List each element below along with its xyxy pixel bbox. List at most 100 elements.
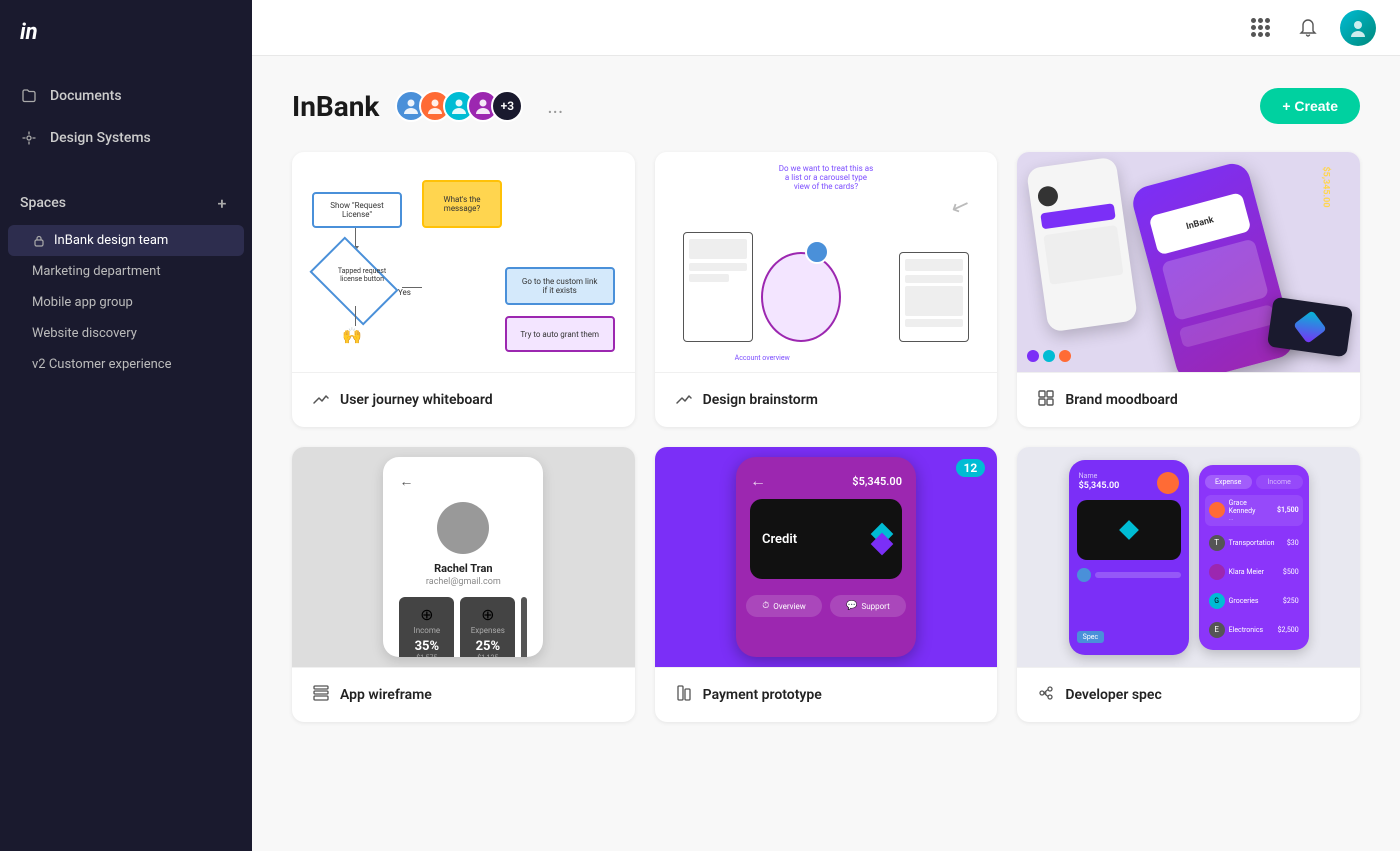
pp-header: ← $5,345.00 (736, 457, 916, 499)
cards-grid: Show "RequestLicense" What's themessage?… (292, 152, 1360, 722)
sidebar-item-mobile[interactable]: Mobile app group (0, 287, 252, 318)
project-avatars: +3 (395, 90, 523, 122)
aw-scrollbar (521, 597, 527, 657)
card-developer-spec[interactable]: Name$5,345.00 Spec (1017, 447, 1360, 722)
sidebar-item-design-systems-label: Design Systems (50, 130, 151, 146)
card-design-brainstorm-preview: Do we want to treat this asa list or a c… (655, 152, 998, 372)
bm-phone-white (1026, 157, 1138, 333)
ds-dark-card (1077, 500, 1181, 560)
card-user-journey-footer: User journey whiteboard (292, 372, 635, 427)
topbar (252, 0, 1400, 56)
design-icon (20, 129, 38, 147)
sidebar-v2-label: v2 Customer experience (32, 357, 172, 372)
wb-arrow-down1 (355, 228, 356, 248)
db-caption: Account overview (735, 354, 790, 362)
db-note: Do we want to treat this asa list or a c… (736, 164, 916, 191)
card-user-journey[interactable]: Show "RequestLicense" What's themessage?… (292, 152, 635, 427)
aw-avatar (437, 502, 489, 554)
bell-icon[interactable] (1292, 12, 1324, 44)
sidebar-item-v2[interactable]: v2 Customer experience (0, 349, 252, 380)
aw-back-arrow: ← (399, 473, 527, 490)
db-wireframe-1 (683, 232, 753, 342)
ds-left-header: Name$5,345.00 (1069, 460, 1189, 500)
card-app-wireframe-label: App wireframe (340, 687, 432, 703)
card-developer-spec-footer: Developer spec (1017, 667, 1360, 722)
sidebar-nav: Documents Design Systems (0, 65, 252, 169)
bm-amount: $5,345.00 (1320, 167, 1330, 208)
prototype-icon (675, 684, 693, 706)
pp-nav-overview: ⏱ Overview (746, 595, 822, 617)
sidebar-item-inbank[interactable]: InBank design team (8, 225, 244, 256)
db-wireframe-2 (761, 252, 841, 342)
sidebar-mobile-label: Mobile app group (32, 295, 133, 310)
card-design-brainstorm[interactable]: Do we want to treat this asa list or a c… (655, 152, 998, 427)
spaces-section: Spaces + InBank design team Marketing de… (0, 169, 252, 384)
project-more-button[interactable]: ... (539, 94, 571, 118)
aw-name: Rachel Tran (399, 562, 527, 575)
content-area: InBank (252, 56, 1400, 851)
main-content: InBank (252, 0, 1400, 851)
wb-emoji: 🙌 (342, 326, 362, 345)
ds-phone-left: Name$5,345.00 Spec (1069, 460, 1189, 655)
wb-box-4: Try to auto grant them (505, 316, 615, 352)
ds-right-item-5: E Electronics $2,500 (1205, 618, 1303, 642)
ds-spec-badge: Spec (1077, 631, 1104, 643)
ds-right-item-2: T Transportation $30 (1205, 531, 1303, 555)
pp-card-area: Credit (750, 499, 902, 579)
moodboard-icon (1037, 389, 1055, 411)
db-arrow-icon: ↙ (947, 192, 973, 222)
spaces-add-button[interactable]: + (212, 193, 232, 213)
card-payment-prototype[interactable]: 12 ← $5,345.00 Credit (655, 447, 998, 722)
sidebar-item-marketing[interactable]: Marketing department (0, 256, 252, 287)
wireframe-icon (312, 684, 330, 706)
wb-yes-label: Yes (398, 288, 411, 297)
project-header-left: InBank (292, 90, 571, 123)
wb-arrow-down2 (355, 306, 356, 326)
pp-bottom-nav: ⏱ Overview 💬 Support (746, 595, 906, 617)
card-app-wireframe-preview: ← Rachel Tran rachel@gmail.com ⊕ Income … (292, 447, 635, 667)
ds-tabs: Expense Income (1205, 475, 1303, 489)
create-button[interactable]: + Create (1260, 88, 1360, 124)
lock-icon (32, 234, 46, 248)
db-avatar-circle (805, 240, 829, 264)
ds-right-list: Grace Kennedy ... $1,500 T Transportatio… (1199, 495, 1309, 642)
aw-email: rachel@gmail.com (399, 577, 527, 587)
user-avatar[interactable] (1340, 10, 1376, 46)
card-user-journey-preview: Show "RequestLicense" What's themessage?… (292, 152, 635, 372)
sidebar-item-documents[interactable]: Documents (0, 75, 252, 117)
card-app-wireframe-footer: App wireframe (292, 667, 635, 722)
aw-phone-mockup: ← Rachel Tran rachel@gmail.com ⊕ Income … (383, 457, 543, 657)
brainstorm-icon (675, 389, 693, 411)
card-brand-moodboard-preview: InBank $5,345.00 (1017, 152, 1360, 372)
spaces-list: InBank design team Marketing department … (0, 221, 252, 384)
aw-expenses-card: ⊕ Expenses 25% $1,125 (460, 597, 515, 657)
aw-income-card: ⊕ Income 35% $1,575 (399, 597, 454, 657)
whiteboard-icon (312, 389, 330, 411)
spaces-label: Spaces (20, 195, 66, 211)
card-brand-moodboard-label: Brand moodboard (1065, 392, 1177, 408)
sidebar-item-website[interactable]: Website discovery (0, 318, 252, 349)
card-developer-spec-label: Developer spec (1065, 687, 1161, 703)
wb-box-3: Go to the custom linkif it exists (505, 267, 615, 305)
sidebar-marketing-label: Marketing department (32, 264, 161, 279)
sidebar: in Documents Design Systems Spaces + (0, 0, 252, 851)
pp-phone: ← $5,345.00 Credit (736, 457, 916, 657)
pp-diamond-icon (874, 526, 890, 552)
project-header: InBank (292, 88, 1360, 124)
wb-box-2: What's themessage? (422, 180, 502, 228)
card-user-journey-label: User journey whiteboard (340, 392, 493, 408)
avatar-count: +3 (491, 90, 523, 122)
bm-color-dots (1027, 350, 1071, 362)
card-developer-spec-preview: Name$5,345.00 Spec (1017, 447, 1360, 667)
card-brand-moodboard-footer: Brand moodboard (1017, 372, 1360, 427)
card-brand-moodboard[interactable]: InBank $5,345.00 (1017, 152, 1360, 427)
card-design-brainstorm-label: Design brainstorm (703, 392, 818, 408)
aw-stats: ⊕ Income 35% $1,575 ⊕ Expenses 25% $1,12… (399, 597, 527, 657)
ds-right-item-4: G Groceries $250 (1205, 589, 1303, 613)
folder-icon (20, 87, 38, 105)
ds-phone-right: Expense Income Grace Kennedy ... (1199, 465, 1309, 650)
card-app-wireframe[interactable]: ← Rachel Tran rachel@gmail.com ⊕ Income … (292, 447, 635, 722)
sidebar-item-design-systems[interactable]: Design Systems (0, 117, 252, 159)
card-design-brainstorm-footer: Design brainstorm (655, 372, 998, 427)
grid-icon[interactable] (1244, 12, 1276, 44)
